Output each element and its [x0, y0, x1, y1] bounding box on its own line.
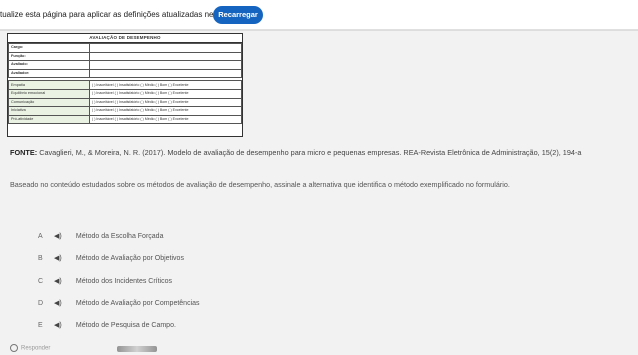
- criterion-options: ( ) Inaceitável ( ) Insatisfatório ( ) M…: [89, 106, 242, 116]
- question-text: Baseado no conteúdo estudados sobre os m…: [10, 180, 510, 189]
- criterion-name: Equilíbrio emocional: [8, 88, 90, 99]
- field-value: [89, 68, 242, 79]
- field-value: [89, 43, 242, 53]
- criteria-row: Equilíbrio emocional ( ) Inaceitável ( )…: [8, 88, 242, 99]
- speaker-icon[interactable]: ◀): [54, 277, 74, 285]
- field-label: Avaliado:: [8, 60, 90, 70]
- media-bar: [117, 346, 157, 352]
- source-reference: FONTE: Cavaglieri, M., & Moreira, N. R. …: [10, 148, 581, 157]
- criterion-options: ( ) Inaceitável ( ) Insatisfatório ( ) M…: [89, 114, 242, 125]
- speaker-icon[interactable]: ◀): [54, 321, 74, 329]
- criterion-name: Empatia: [8, 80, 90, 90]
- speaker-icon[interactable]: ◀): [54, 232, 74, 240]
- criterion-name: Pró-atividade: [8, 114, 90, 125]
- answer-option-a[interactable]: A ◀) Método da Escolha Forçada: [38, 232, 163, 244]
- option-letter: B: [38, 255, 43, 262]
- option-text: Método de Avaliação por Objetivos: [75, 255, 184, 262]
- speaker-icon[interactable]: ◀): [54, 254, 74, 262]
- speaker-icon[interactable]: ◀): [54, 299, 74, 307]
- option-letter: A: [38, 233, 43, 240]
- divider: [0, 29, 638, 30]
- answer-option-e[interactable]: E ◀) Método de Pesquisa de Campo.: [38, 321, 176, 333]
- field-label: Função:: [8, 51, 90, 62]
- field-label: Cargo:: [8, 43, 90, 53]
- form-field-row: Avaliado:: [8, 60, 242, 70]
- criteria-row: Empatia ( ) Inaceitável ( ) Insatisfatór…: [8, 80, 242, 90]
- form-field-row: Função:: [8, 51, 242, 62]
- option-letter: C: [38, 278, 44, 285]
- answer-option-b[interactable]: B ◀) Método de Avaliação por Objetivos: [38, 254, 184, 266]
- option-letter: D: [38, 300, 44, 307]
- radio-icon[interactable]: [10, 344, 18, 352]
- reload-button[interactable]: Recarregar: [213, 6, 263, 24]
- option-text: Método de Pesquisa de Campo.: [75, 322, 176, 329]
- performance-evaluation-form: AVALIAÇÃO DE DESEMPENHO Cargo: Função: A…: [7, 33, 243, 137]
- answer-control[interactable]: Responder: [10, 344, 157, 352]
- reload-message: tualize esta página para aplicar as defi…: [0, 10, 239, 19]
- form-field-row: Cargo:: [8, 43, 242, 53]
- answer-label: Responder: [21, 345, 51, 352]
- criterion-options: ( ) Inaceitável ( ) Insatisfatório ( ) M…: [89, 88, 242, 99]
- form-field-row: Avaliador:: [8, 68, 242, 79]
- criterion-name: Comunicação: [8, 97, 90, 108]
- reload-notification-bar: tualize esta página para aplicar as defi…: [0, 0, 638, 31]
- option-text: Método da Escolha Forçada: [75, 233, 164, 240]
- answer-option-d[interactable]: D ◀) Método de Avaliação por Competência…: [38, 299, 200, 311]
- field-value: [89, 51, 242, 62]
- answer-option-c[interactable]: C ◀) Método dos Incidentes Críticos: [38, 277, 172, 289]
- option-letter: E: [38, 322, 43, 329]
- form-table: Cargo: Função: Avaliado: Avaliador: Empa…: [8, 43, 242, 125]
- criterion-name: Iniciativa: [8, 106, 90, 116]
- field-value: [89, 60, 242, 70]
- option-text: Método dos Incidentes Críticos: [75, 278, 173, 285]
- criteria-row: Pró-atividade ( ) Inaceitável ( ) Insati…: [8, 114, 242, 125]
- field-label: Avaliador:: [8, 68, 90, 79]
- criterion-options: ( ) Inaceitável ( ) Insatisfatório ( ) M…: [89, 97, 242, 108]
- criteria-row: Comunicação ( ) Inaceitável ( ) Insatisf…: [8, 97, 242, 108]
- criteria-row: Iniciativa ( ) Inaceitável ( ) Insatisfa…: [8, 106, 242, 116]
- source-label: FONTE:: [10, 148, 38, 157]
- option-text: Método de Avaliação por Competências: [75, 300, 200, 307]
- source-text: Cavaglieri, M., & Moreira, N. R. (2017).…: [39, 148, 582, 157]
- form-title: AVALIAÇÃO DE DESEMPENHO: [8, 34, 242, 43]
- criterion-options: ( ) Inaceitável ( ) Insatisfatório ( ) M…: [89, 80, 242, 90]
